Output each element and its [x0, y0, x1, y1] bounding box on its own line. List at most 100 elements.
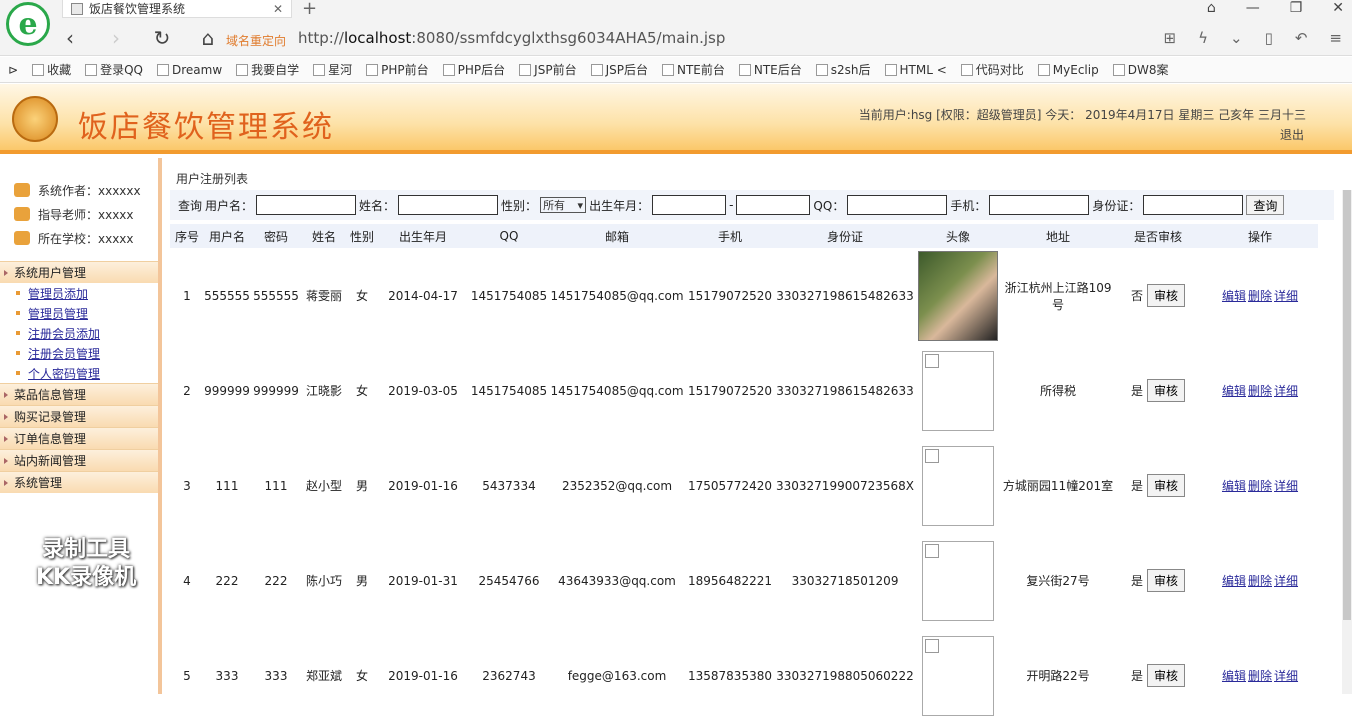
bookmark-item[interactable]: NTE后台	[738, 61, 802, 78]
bookmark-item[interactable]: DW8案	[1112, 61, 1168, 78]
qq-input[interactable]	[847, 195, 948, 215]
bookmark-favicon-icon	[32, 63, 45, 76]
delete-link[interactable]: 删除	[1248, 669, 1272, 683]
restore-icon[interactable]: ❐	[1290, 0, 1303, 16]
info-text: 系统作者：xxxxxx	[38, 183, 141, 198]
detail-link[interactable]: 详细	[1274, 574, 1298, 588]
audit-button[interactable]: 审核	[1147, 569, 1186, 592]
bookmark-item[interactable]: s2sh后	[815, 61, 871, 78]
column-header: 出生年月	[378, 224, 468, 248]
nav-buttons: ‹ › ↻ ⌂	[60, 26, 218, 50]
table-cell: 2019-01-16	[388, 478, 458, 493]
phone-input[interactable]	[989, 195, 1090, 215]
grid-icon[interactable]: ⊞	[1164, 29, 1177, 47]
back-icon[interactable]: ‹	[60, 26, 80, 50]
audit-button[interactable]: 审核	[1147, 664, 1186, 687]
delete-link[interactable]: 删除	[1248, 479, 1272, 493]
audit-button[interactable]: 审核	[1147, 284, 1186, 307]
bookmark-item[interactable]: HTML <	[884, 63, 947, 77]
detail-link[interactable]: 详细	[1274, 669, 1298, 683]
search-button[interactable]: 查询	[1246, 195, 1285, 215]
sidebar-item[interactable]: 注册会员管理	[0, 343, 158, 363]
name-input[interactable]	[398, 195, 499, 215]
bookmark-item[interactable]: Dreamw	[156, 63, 222, 77]
forward-icon[interactable]: ›	[106, 26, 126, 50]
sidebar-group[interactable]: 系统用户管理	[0, 261, 158, 283]
table-cell: 33032718501209	[791, 573, 899, 588]
column-header: 地址	[1002, 224, 1115, 248]
bookmark-item[interactable]: 收藏	[32, 61, 71, 78]
sidebar-group[interactable]: 订单信息管理	[0, 427, 158, 449]
bookmark-favicon-icon	[156, 63, 169, 76]
detail-link[interactable]: 详细	[1274, 289, 1298, 303]
browser-tab[interactable]: 饭店餐饮管理系统 ✕	[62, 0, 292, 18]
logout-link[interactable]: 退出	[1280, 126, 1304, 143]
bookmark-item[interactable]: JSP后台	[590, 61, 648, 78]
birth-to-input[interactable]	[736, 195, 811, 215]
table-cell: 15179072520	[688, 288, 772, 303]
edit-link[interactable]: 编辑	[1222, 479, 1246, 493]
bookmark-item[interactable]: PHP后台	[442, 61, 505, 78]
bookmark-favicon-icon	[884, 63, 897, 76]
reload-icon[interactable]: ↻	[152, 26, 172, 50]
menu-icon[interactable]: ≡	[1329, 29, 1342, 47]
edit-link[interactable]: 编辑	[1222, 384, 1246, 398]
gender-select[interactable]: 所有 ▾	[540, 197, 587, 213]
bookmark-item[interactable]: MyEclip	[1037, 63, 1099, 77]
bookmark-icon[interactable]: ▯	[1265, 29, 1273, 47]
table-cell: 陈小巧	[305, 574, 342, 588]
delete-link[interactable]: 删除	[1248, 384, 1272, 398]
sidebar-group[interactable]: 系统管理	[0, 471, 158, 493]
scrollbar-thumb[interactable]	[1343, 190, 1351, 620]
browser-logo-icon[interactable]: e	[6, 2, 50, 46]
tab-close-icon[interactable]: ✕	[273, 2, 283, 16]
bookmark-label: 星河	[328, 63, 353, 77]
bookmark-item[interactable]: 我要自学	[236, 61, 299, 78]
chevron-down-icon[interactable]: ⌄	[1230, 29, 1243, 47]
idcard-input[interactable]	[1143, 195, 1244, 215]
sidebar-group[interactable]: 菜品信息管理	[0, 383, 158, 405]
home-icon[interactable]: ⌂	[198, 26, 218, 50]
info-icon	[14, 231, 30, 245]
bookmark-item[interactable]: 登录QQ	[85, 61, 143, 78]
bookmark-item[interactable]: 代码对比	[960, 61, 1024, 78]
avatar-cell	[914, 438, 1002, 533]
lightning-icon[interactable]: ϟ	[1198, 29, 1208, 47]
bookmark-item[interactable]: JSP前台	[519, 61, 577, 78]
sidebar-group[interactable]: 站内新闻管理	[0, 449, 158, 471]
close-window-icon[interactable]: ✕	[1332, 0, 1344, 16]
avatar-image	[922, 635, 995, 716]
undo-icon[interactable]: ↶	[1295, 29, 1308, 47]
edit-link[interactable]: 编辑	[1222, 574, 1246, 588]
bookmark-item[interactable]: NTE前台	[661, 61, 725, 78]
delete-link[interactable]: 删除	[1248, 574, 1272, 588]
sidebar-item[interactable]: 个人密码管理	[0, 363, 158, 383]
audit-button[interactable]: 审核	[1147, 379, 1186, 402]
sidebar-group[interactable]: 购买记录管理	[0, 405, 158, 427]
search-bar: 查询 用户名： 姓名： 性别： 所有 ▾ 出生年月： - QQ： 手机： 身份证： …	[170, 190, 1334, 220]
new-tab-icon[interactable]: +	[302, 0, 317, 19]
detail-link[interactable]: 详细	[1274, 479, 1298, 493]
birth-from-input[interactable]	[652, 195, 727, 215]
column-header: QQ	[468, 224, 550, 248]
bookmark-item[interactable]: 星河	[313, 61, 352, 78]
detail-link[interactable]: 详细	[1274, 384, 1298, 398]
edit-link[interactable]: 编辑	[1222, 669, 1246, 683]
sidebar-toggle-icon[interactable]: ⊳	[8, 63, 18, 77]
shirt-icon[interactable]: ⌂	[1207, 0, 1216, 16]
sidebar-item[interactable]: 注册会员添加	[0, 323, 158, 343]
sidebar-item[interactable]: 管理员管理	[0, 303, 158, 323]
edit-link[interactable]: 编辑	[1222, 289, 1246, 303]
info-text: 所在学校：xxxxx	[38, 231, 134, 246]
table-cell: 555555	[204, 288, 250, 303]
minimize-icon[interactable]: —	[1246, 0, 1260, 16]
select-arrow-icon: ▾	[577, 198, 584, 212]
address-bar[interactable]: http://localhost:8080/ssmfdcyglxthsg6034…	[298, 29, 725, 47]
audit-button[interactable]: 审核	[1147, 474, 1186, 497]
bookmark-item[interactable]: PHP前台	[366, 61, 429, 78]
scrollbar[interactable]	[1342, 190, 1352, 694]
username-input[interactable]	[256, 195, 357, 215]
main-content: 用户注册列表 查询 用户名： 姓名： 性别： 所有 ▾ 出生年月： - QQ： 手机…	[170, 158, 1340, 716]
sidebar-item[interactable]: 管理员添加	[0, 283, 158, 303]
delete-link[interactable]: 删除	[1248, 289, 1272, 303]
